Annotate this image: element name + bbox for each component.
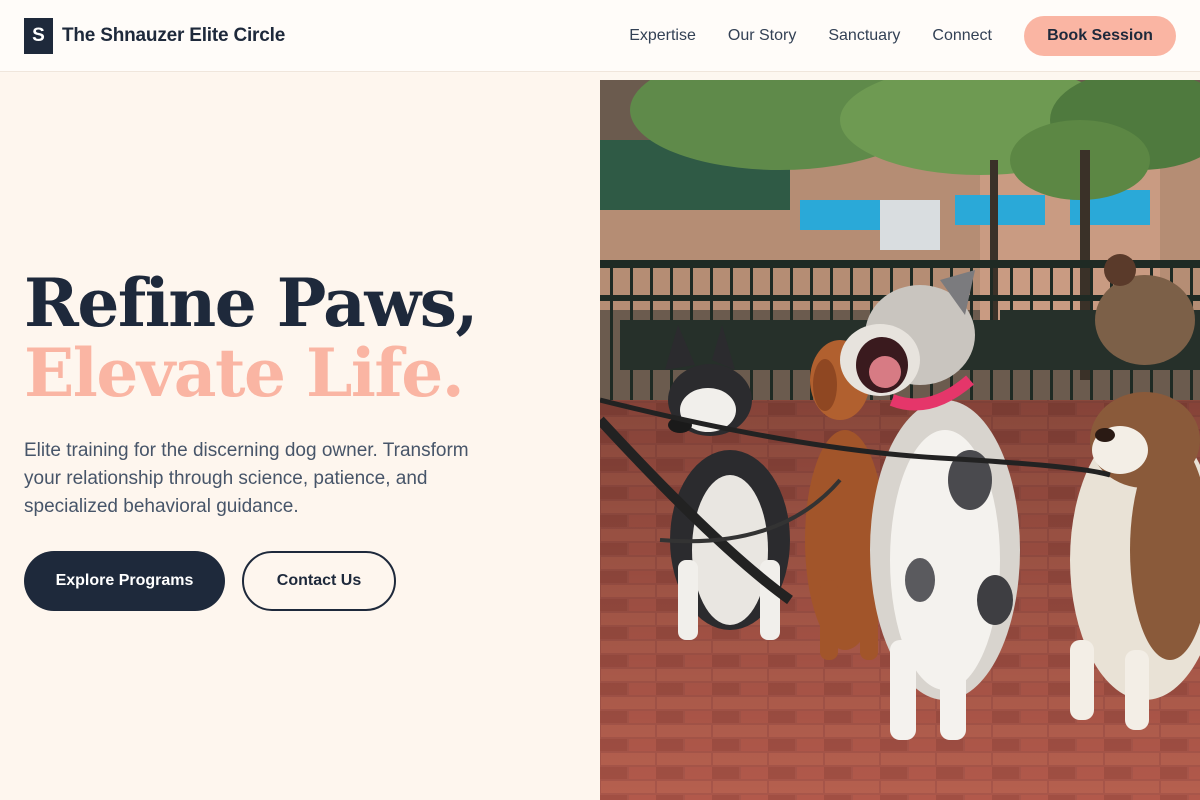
nav-link-sanctuary[interactable]: Sanctuary: [828, 27, 900, 45]
hero-headline: Refine Paws, Elevate Life.: [24, 264, 478, 412]
nav-link-our-story[interactable]: Our Story: [728, 27, 796, 45]
hero-cta-row: Explore Programs Contact Us: [24, 551, 396, 611]
nav-link-connect[interactable]: Connect: [932, 27, 992, 45]
hero-subtext: Elite training for the discerning dog ow…: [24, 440, 469, 517]
brand-name: The Shnauzer Elite Circle: [62, 24, 286, 46]
site-header: S The Shnauzer Elite Circle Expertise Ou…: [0, 0, 1200, 72]
logo-icon: S: [24, 17, 53, 54]
headline-line-1: Refine Paws,: [24, 264, 478, 342]
hero-dogs-image: [600, 80, 1200, 800]
main-nav: Expertise Our Story Sanctuary Connect Bo…: [629, 15, 1176, 56]
nav-link-expertise[interactable]: Expertise: [629, 27, 696, 45]
brand[interactable]: S The Shnauzer Elite Circle: [24, 17, 286, 54]
headline-line-2: Elevate Life.: [24, 334, 465, 412]
dogs-photo-illustration: [600, 80, 1200, 800]
hero-section: Refine Paws, Elevate Life. Elite trainin…: [0, 73, 600, 800]
contact-us-button[interactable]: Contact Us: [242, 551, 396, 611]
book-session-button[interactable]: Book Session: [1024, 15, 1176, 56]
explore-programs-button[interactable]: Explore Programs: [24, 551, 225, 611]
